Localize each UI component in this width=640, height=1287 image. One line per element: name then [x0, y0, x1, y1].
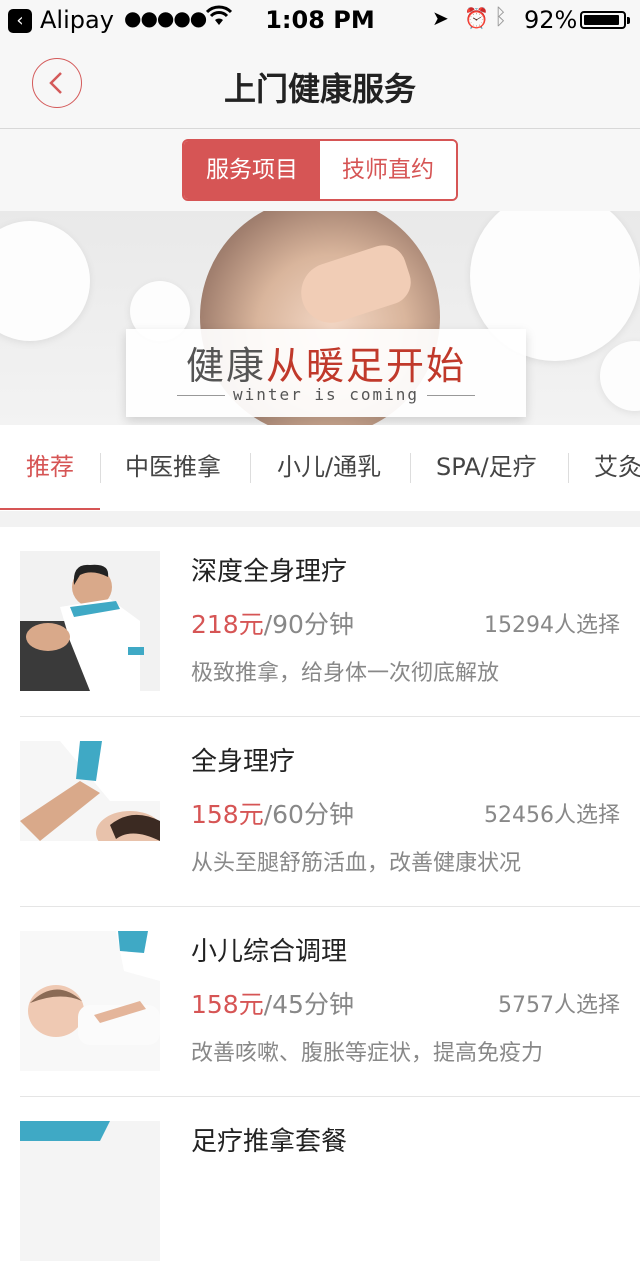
segment-bar: 服务项目 技师直约	[0, 129, 640, 211]
service-duration: /45分钟	[263, 990, 354, 1019]
service-thumbnail	[20, 931, 160, 1071]
tab-recommended[interactable]: 推荐	[26, 425, 74, 511]
banner-subline: winter is coming	[126, 385, 526, 404]
segment-service-items[interactable]: 服务项目	[184, 141, 320, 199]
service-thumbnail	[20, 551, 160, 691]
segment-technician-booking[interactable]: 技师直约	[320, 141, 456, 199]
service-thumbnail	[20, 1121, 160, 1261]
service-item[interactable]: 小儿综合调理 158元/45分钟 5757人选择 改善咳嗽、腹胀等症状，提高免疫…	[0, 907, 640, 1097]
promo-banner[interactable]: 健康从暖足开始 winter is coming	[0, 211, 640, 425]
tab-divider	[250, 453, 251, 483]
tab-divider	[100, 453, 101, 483]
location-arrow-icon: ➤	[432, 6, 449, 30]
tab-children-lactation[interactable]: 小儿/通乳	[277, 425, 381, 511]
segmented-control: 服务项目 技师直约	[182, 139, 458, 201]
page-title: 上门健康服务	[223, 70, 416, 108]
banner-headline: 健康从暖足开始	[126, 335, 526, 390]
section-gap	[0, 511, 640, 527]
service-duration: /60分钟	[263, 800, 354, 829]
service-description: 极致推拿，给身体一次彻底解放	[191, 661, 500, 686]
bluetooth-icon: ᛒ	[494, 5, 508, 30]
service-selection-count: 52456人选择	[484, 803, 620, 828]
service-price-amount: 218元	[191, 610, 264, 639]
tab-divider	[568, 453, 569, 483]
service-name: 足疗推拿套餐	[191, 1127, 348, 1157]
tab-tcm-massage[interactable]: 中医推拿	[125, 425, 221, 511]
service-thumbnail	[20, 741, 160, 881]
tab-divider	[410, 453, 411, 483]
category-tabs: 推荐 中医推拿 小儿/通乳 SPA/足疗 艾灸	[0, 425, 640, 512]
tab-spa-foot[interactable]: SPA/足疗	[436, 425, 537, 511]
service-price-amount: 158元	[191, 990, 264, 1019]
service-description: 从头至腿舒筋活血，改善健康状况	[191, 851, 522, 876]
banner-plaque: 健康从暖足开始 winter is coming	[126, 329, 526, 417]
banner-headline-plain: 健康	[185, 344, 266, 388]
banner-headline-red: 从暖足开始	[266, 344, 467, 388]
alarm-clock-icon: ⏰	[464, 6, 489, 30]
service-item[interactable]: 深度全身理疗 218元/90分钟 15294人选择 极致推拿，给身体一次彻底解放	[0, 527, 640, 717]
heart-decoration	[600, 341, 640, 411]
tab-moxibustion[interactable]: 艾灸	[594, 425, 640, 511]
battery-percentage: 92%	[524, 6, 578, 34]
service-duration: /90分钟	[263, 610, 354, 639]
service-price: 158元/45分钟	[191, 985, 354, 1021]
service-description: 改善咳嗽、腹胀等症状，提高免疫力	[191, 1041, 544, 1066]
active-tab-indicator	[0, 508, 100, 510]
service-item[interactable]: 足疗推拿套餐	[0, 1097, 640, 1287]
service-price-amount: 158元	[191, 800, 264, 829]
navigation-bar: 上门健康服务	[0, 40, 640, 129]
service-price: 218元/90分钟	[191, 605, 354, 641]
service-price: 158元/60分钟	[191, 795, 354, 831]
heart-decoration	[0, 221, 90, 341]
battery-icon	[580, 11, 630, 29]
service-name: 全身理疗	[191, 747, 296, 777]
service-item[interactable]: 全身理疗 158元/60分钟 52456人选择 从头至腿舒筋活血，改善健康状况	[0, 717, 640, 907]
service-name: 小儿综合调理	[191, 937, 348, 967]
service-selection-count: 15294人选择	[484, 613, 620, 638]
status-bar: ‹ Alipay ●●●●● 1:08 PM ➤ ⏰ ᛒ 92%	[0, 0, 640, 40]
service-name: 深度全身理疗	[191, 557, 348, 587]
banner-subline-text: winter is coming	[232, 385, 420, 404]
service-selection-count: 5757人选择	[498, 993, 620, 1018]
